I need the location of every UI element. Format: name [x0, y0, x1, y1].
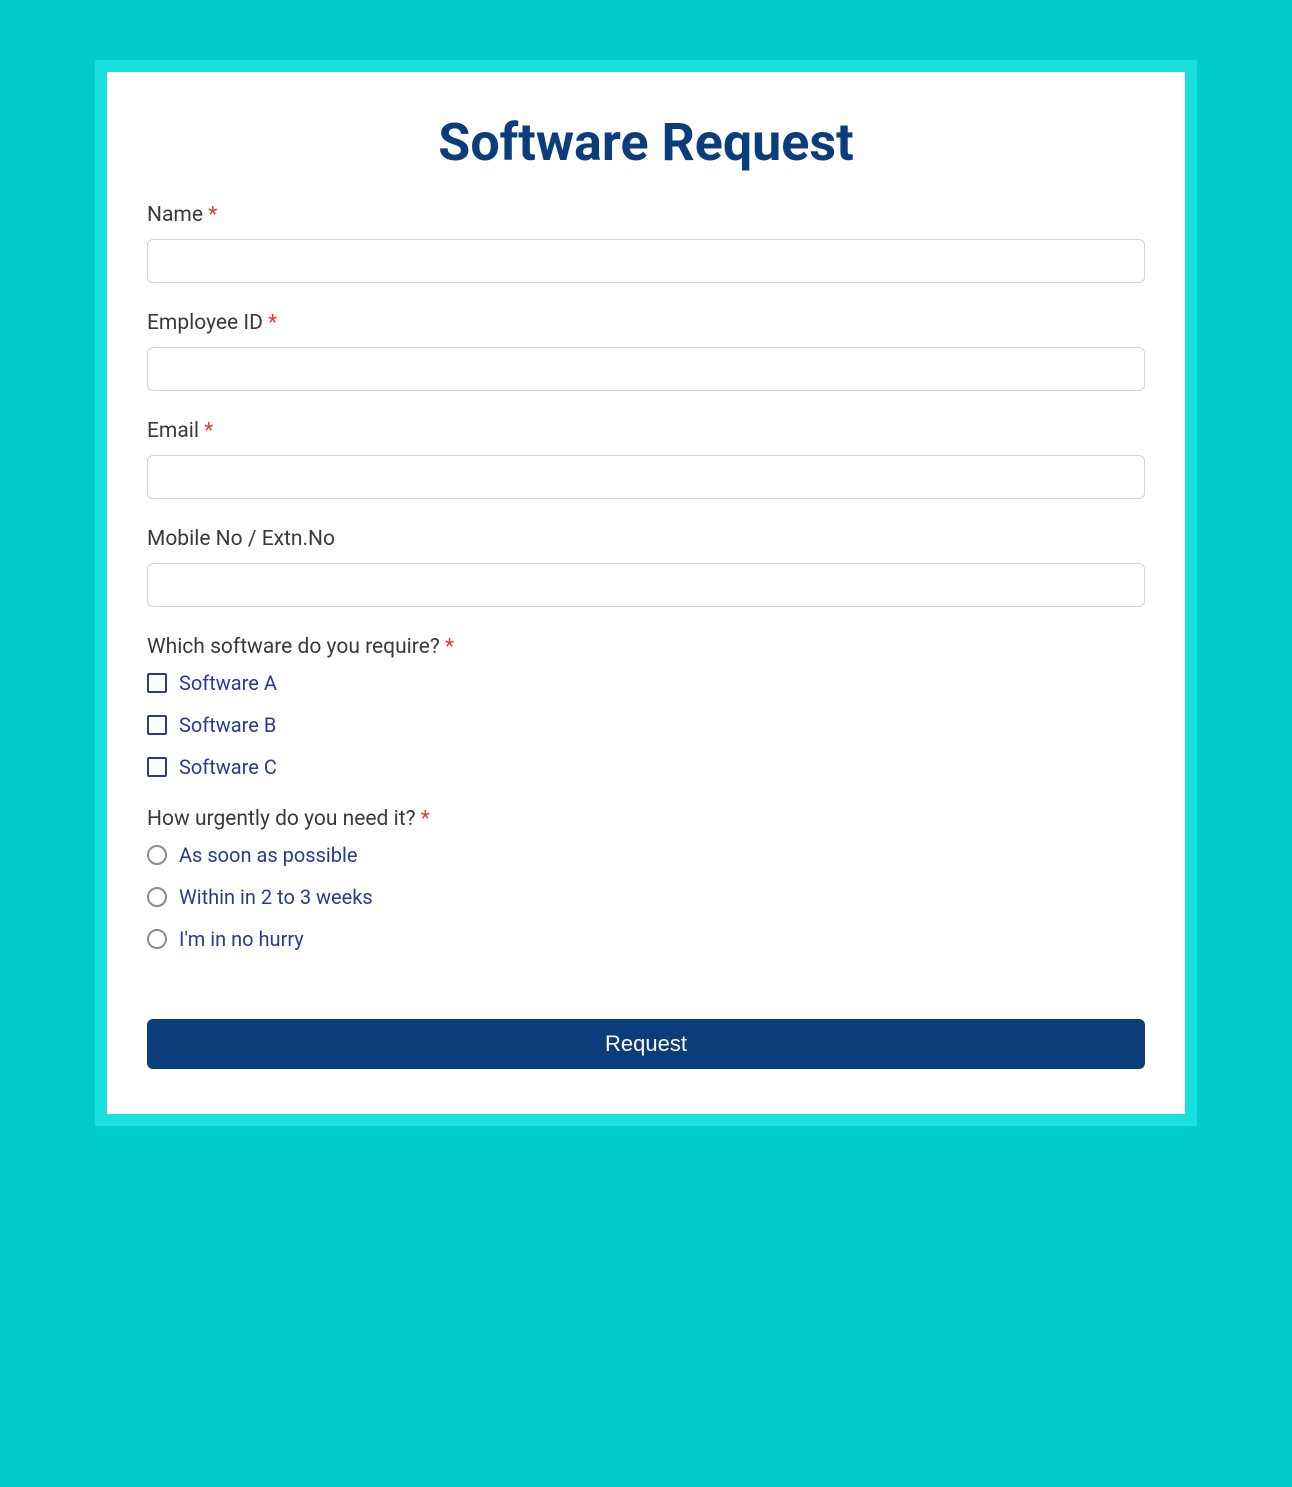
radio-icon[interactable] — [147, 929, 167, 949]
radio-icon[interactable] — [147, 887, 167, 907]
employee-id-input[interactable] — [147, 347, 1145, 391]
form-outer-border: Software Request Name * Employee ID * Em… — [95, 60, 1197, 1126]
urgency-option-weeks[interactable]: Within in 2 to 3 weeks — [147, 885, 1145, 909]
checkbox-icon[interactable] — [147, 757, 167, 777]
mobile-label: Mobile No / Extn.No — [147, 527, 1145, 551]
email-label-text: Email — [147, 419, 199, 443]
checkbox-icon[interactable] — [147, 673, 167, 693]
name-label-text: Name — [147, 203, 203, 227]
field-mobile: Mobile No / Extn.No — [147, 527, 1145, 607]
form-title: Software Request — [147, 112, 1145, 173]
required-marker: * — [445, 635, 454, 659]
software-option-b[interactable]: Software B — [147, 713, 1145, 737]
software-option-c[interactable]: Software C — [147, 755, 1145, 779]
urgency-label: How urgently do you need it? * — [147, 807, 1145, 831]
checkbox-icon[interactable] — [147, 715, 167, 735]
email-input[interactable] — [147, 455, 1145, 499]
urgency-option-weeks-label: Within in 2 to 3 weeks — [179, 885, 373, 909]
name-input[interactable] — [147, 239, 1145, 283]
software-option-a[interactable]: Software A — [147, 671, 1145, 695]
urgency-options: As soon as possible Within in 2 to 3 wee… — [147, 843, 1145, 951]
urgency-option-asap[interactable]: As soon as possible — [147, 843, 1145, 867]
field-employee-id: Employee ID * — [147, 311, 1145, 391]
field-name: Name * — [147, 203, 1145, 283]
employee-id-label: Employee ID * — [147, 311, 1145, 335]
request-button[interactable]: Request — [147, 1019, 1145, 1069]
software-option-a-label: Software A — [179, 671, 277, 695]
field-software: Which software do you require? * Softwar… — [147, 635, 1145, 779]
field-email: Email * — [147, 419, 1145, 499]
form-card: Software Request Name * Employee ID * Em… — [107, 72, 1185, 1114]
urgency-option-nohurry[interactable]: I'm in no hurry — [147, 927, 1145, 951]
software-options: Software A Software B Software C — [147, 671, 1145, 779]
software-label-text: Which software do you require? — [147, 635, 440, 659]
radio-icon[interactable] — [147, 845, 167, 865]
mobile-label-text: Mobile No / Extn.No — [147, 527, 335, 551]
urgency-label-text: How urgently do you need it? — [147, 807, 416, 831]
urgency-option-asap-label: As soon as possible — [179, 843, 357, 867]
required-marker: * — [208, 203, 217, 227]
software-label: Which software do you require? * — [147, 635, 1145, 659]
mobile-input[interactable] — [147, 563, 1145, 607]
required-marker: * — [268, 311, 277, 335]
software-option-c-label: Software C — [179, 755, 277, 779]
name-label: Name * — [147, 203, 1145, 227]
urgency-option-nohurry-label: I'm in no hurry — [179, 927, 304, 951]
field-urgency: How urgently do you need it? * As soon a… — [147, 807, 1145, 951]
required-marker: * — [204, 419, 213, 443]
required-marker: * — [421, 807, 430, 831]
software-option-b-label: Software B — [179, 713, 276, 737]
email-label: Email * — [147, 419, 1145, 443]
employee-id-label-text: Employee ID — [147, 311, 263, 335]
